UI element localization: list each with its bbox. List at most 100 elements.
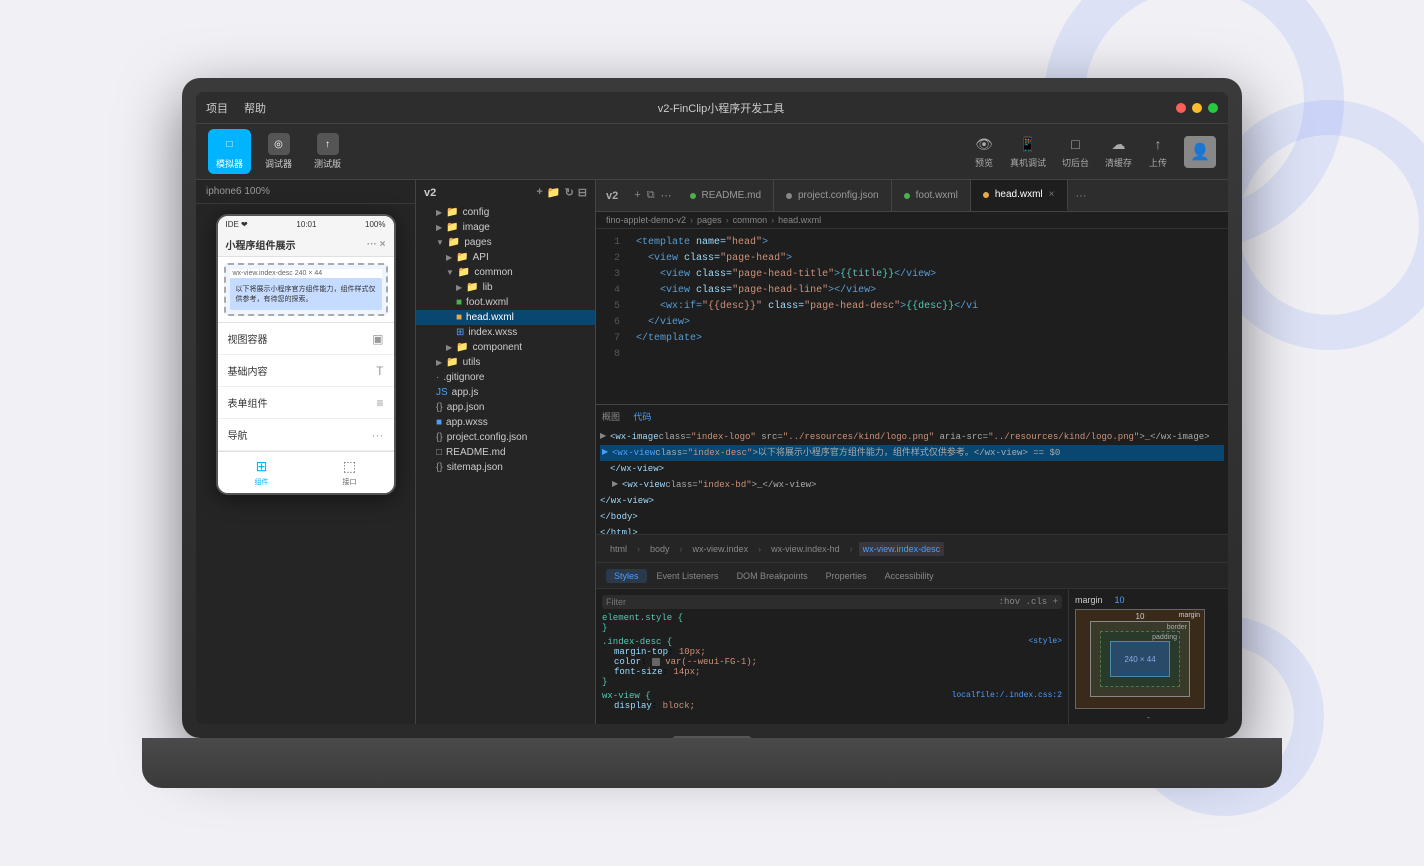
phone-tab-api[interactable]: ⬚ 接口 [306, 452, 394, 493]
simulate-button[interactable]: □ 模拟器 [208, 129, 251, 174]
phone-nav-item-3[interactable]: 表单组件 ≡ [218, 387, 394, 419]
maximize-button[interactable] [1208, 103, 1218, 113]
tree-folder-config[interactable]: ▶ 📁 config [416, 205, 595, 220]
filter-input[interactable] [606, 597, 995, 607]
tree-file-index-wxss[interactable]: ⊞ index.wxss [416, 325, 595, 340]
more-icon[interactable]: ⋯ [661, 189, 672, 202]
menu-item-help[interactable]: 帮助 [244, 100, 266, 116]
refresh-icon[interactable]: ↻ [565, 186, 574, 199]
toolbar-actions: 👁 预览 📱 真机调试 □ 切后台 ☁ 清缓 [974, 134, 1216, 169]
test-icon: ↑ [317, 133, 339, 155]
tab-properties[interactable]: Properties [818, 569, 875, 583]
file-name: sitemap.json [447, 462, 503, 473]
minimize-button[interactable] [1192, 103, 1202, 113]
tree-folder-common[interactable]: ▼ 📁 common [416, 265, 595, 280]
chevron-icon: ▶ [456, 283, 462, 292]
folder-name: config [463, 207, 490, 218]
test-label: 测试版 [314, 157, 341, 170]
tree-folder-api[interactable]: ▶ 📁 API [416, 250, 595, 265]
tab-styles[interactable]: Styles [606, 569, 647, 583]
debug-button[interactable]: ◎ 调试器 [257, 129, 300, 174]
user-avatar[interactable]: 👤 [1184, 136, 1216, 168]
file-name: app.json [447, 402, 485, 413]
cut-action[interactable]: □ 切后台 [1062, 134, 1089, 169]
tree-file-foot-wxml[interactable]: ■ foot.wxml [416, 295, 595, 310]
tab-close-icon[interactable]: × [1049, 189, 1055, 200]
phone-nav-item-4[interactable]: 导航 ··· [218, 419, 394, 451]
code-line-2: 2 <view class="page-head"> [596, 251, 1228, 267]
tab-event-listeners[interactable]: Event Listeners [649, 569, 727, 583]
code-editor[interactable]: 1 <template name="head"> 2 <view class="… [596, 229, 1228, 404]
tab-more[interactable]: ··· [1068, 190, 1095, 202]
main-content: iphone6 100% IDE ❤ 10:01 100% 小程序组件展示 [196, 180, 1228, 724]
style-source-wx[interactable]: localfile:/.index.css:2 [952, 691, 1062, 700]
folder-icon: 📁 [446, 207, 458, 218]
html-tag-wx-index-hd[interactable]: wx-view.index-hd [767, 542, 844, 556]
file-icon: ■ [436, 417, 442, 428]
tree-file-head-wxml[interactable]: ■ head.wxml [416, 310, 595, 325]
tab-foot-wxml[interactable]: foot.wxml [892, 180, 971, 211]
html-tag-wx-index-desc[interactable]: wx-view.index-desc [859, 542, 945, 556]
folder-name: API [473, 252, 489, 263]
new-file-icon[interactable]: + [536, 186, 542, 199]
preview-action[interactable]: 👁 预览 [974, 134, 994, 169]
tab-dom-breakpoints[interactable]: DOM Breakpoints [729, 569, 816, 583]
tree-folder-utils[interactable]: ▶ 📁 utils [416, 355, 595, 370]
menu-item-project[interactable]: 项目 [206, 100, 228, 116]
devtools-panel: 概图 代码 ▶ <wx-image class="index-logo" src… [596, 404, 1228, 724]
styles-panel-area: :hov .cls + element.style { } .index [596, 589, 1068, 724]
line-content: <template name="head"> [628, 235, 1228, 251]
phone-signal: IDE ❤ [226, 220, 248, 229]
cache-action[interactable]: ☁ 清缓存 [1105, 134, 1132, 169]
tab-actions: + ⧉ ⋯ [628, 189, 677, 202]
tree-file-app-json[interactable]: {} app.json [416, 400, 595, 415]
preview-icon: 👁 [974, 134, 994, 154]
api-icon: ⬚ [343, 458, 356, 475]
tab-accessibility[interactable]: Accessibility [877, 569, 942, 583]
bar-sep: › [680, 544, 683, 554]
phone-title-bar: 小程序组件展示 ··· × [218, 233, 394, 257]
tree-folder-component[interactable]: ▶ 📁 component [416, 340, 595, 355]
breadcrumb-item-2: pages [697, 215, 722, 225]
style-prop-3: font-size: 14px; [602, 667, 700, 677]
phone-nav-item-2[interactable]: 基础内容 T [218, 355, 394, 387]
tab-head-wxml[interactable]: head.wxml × [971, 180, 1068, 211]
phone-highlight-content: 以下将展示小程序官方组件能力，组件样式仅供参考，有待您的探索。 [230, 278, 382, 310]
test-button[interactable]: ↑ 测试版 [306, 129, 349, 174]
style-source[interactable]: <style> [1028, 637, 1062, 646]
new-file-tab-icon[interactable]: + [634, 189, 640, 202]
filter-pseudo[interactable]: :hov .cls + [999, 597, 1058, 607]
tree-file-readme[interactable]: □ README.md [416, 445, 595, 460]
close-button[interactable] [1176, 103, 1186, 113]
tree-folder-pages[interactable]: ▼ 📁 pages [416, 235, 595, 250]
file-name: app.wxss [446, 417, 488, 428]
tree-file-gitignore[interactable]: · .gitignore [416, 370, 595, 385]
html-tag-body[interactable]: body [646, 542, 674, 556]
upload-action[interactable]: ↑ 上传 [1148, 134, 1168, 169]
collapse-icon[interactable]: ⊟ [578, 186, 587, 199]
tree-file-app-js[interactable]: JS app.js [416, 385, 595, 400]
nav-icon-1: ▣ [372, 332, 383, 346]
folder-name: image [463, 222, 490, 233]
chevron-icon: ▶ [436, 208, 442, 217]
tree-folder-lib[interactable]: ▶ 📁 lib [416, 280, 595, 295]
phone-nav-item-1[interactable]: 视图容器 ▣ [218, 323, 394, 355]
tab-dot [690, 193, 696, 199]
qrcode-action[interactable]: 📱 真机调试 [1010, 134, 1046, 169]
tree-file-project-config[interactable]: {} project.config.json [416, 430, 595, 445]
html-tag-html[interactable]: html [606, 542, 631, 556]
phone-tab-components[interactable]: ⊞ 组件 [218, 452, 306, 493]
split-icon[interactable]: ⧉ [647, 189, 655, 202]
phone-content: wx-view.index-desc 240 × 44 以下将展示小程序官方组件… [218, 263, 394, 316]
folder-name: common [474, 267, 512, 278]
tab-readme[interactable]: README.md [678, 180, 774, 211]
html-tag-wx-index[interactable]: wx-view.index [689, 542, 753, 556]
tree-file-sitemap[interactable]: {} sitemap.json [416, 460, 595, 475]
new-folder-icon[interactable]: 📁 [547, 186, 561, 199]
tab-project-config[interactable]: project.config.json [774, 180, 892, 211]
qrcode-label: 真机调试 [1010, 156, 1046, 169]
style-selector: element.style { [602, 613, 683, 623]
tree-file-app-wxss[interactable]: ■ app.wxss [416, 415, 595, 430]
tree-folder-image[interactable]: ▶ 📁 image [416, 220, 595, 235]
line-number: 2 [596, 251, 628, 267]
